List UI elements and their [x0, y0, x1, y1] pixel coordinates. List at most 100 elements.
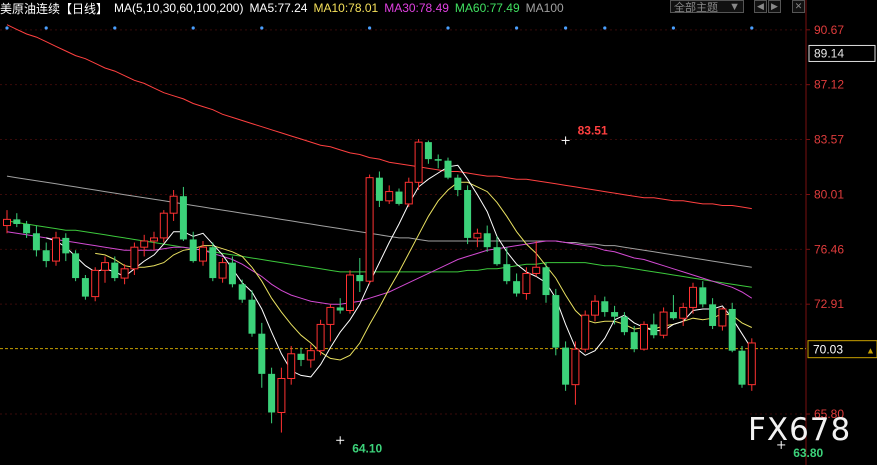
- candle-body-down: [81, 278, 89, 297]
- extreme-price-label: 83.51: [578, 123, 608, 137]
- candle-body-up: [532, 266, 541, 274]
- candle-body-up: [414, 141, 423, 183]
- event-marker: [260, 26, 264, 30]
- candle-body-up: [718, 308, 727, 327]
- candle-body-up: [130, 246, 139, 270]
- candle-body-up: [306, 350, 315, 361]
- price-tick-label: 83.57: [814, 133, 844, 147]
- event-marker: [603, 26, 607, 30]
- candle-body-down: [728, 308, 736, 351]
- candle-body-down: [738, 350, 746, 385]
- price-tick-label: 90.67: [814, 23, 844, 37]
- ma30-line: [6, 231, 753, 305]
- candle-body-down: [601, 301, 609, 313]
- candle-body-up: [679, 306, 688, 319]
- candle-body-up: [120, 268, 129, 279]
- extreme-price-label: 63.80: [793, 446, 823, 460]
- candle-body-down: [542, 267, 550, 296]
- price-arrows-icon: ▲: [866, 346, 875, 356]
- event-marker: [671, 26, 676, 30]
- candle-body-up: [277, 377, 286, 413]
- candle-body-down: [669, 312, 677, 319]
- candle-body-down: [258, 333, 266, 374]
- candle-body-down: [268, 373, 276, 413]
- candle-body-up: [218, 262, 227, 279]
- candle-body-up: [365, 177, 374, 282]
- candle-body-up: [287, 353, 296, 379]
- candle-body-up: [581, 314, 590, 350]
- event-marker: [191, 26, 195, 30]
- event-marker: [5, 26, 9, 30]
- candle-body-up: [473, 232, 482, 239]
- candle-body-up: [346, 274, 354, 312]
- candle-body-down: [189, 239, 197, 262]
- candle-body-up: [404, 181, 413, 205]
- candle-body-down: [611, 312, 619, 317]
- candle-body-up: [747, 342, 756, 386]
- candle-body-down: [209, 247, 217, 279]
- candle-body-up: [659, 311, 668, 336]
- event-marker: [750, 26, 754, 30]
- candle-body-down: [23, 224, 31, 234]
- candle-body-down: [228, 262, 236, 285]
- candle-body-up: [326, 306, 335, 325]
- candle-body-down: [32, 233, 40, 251]
- candle-body-down: [483, 233, 491, 248]
- candle-body-down: [454, 177, 462, 191]
- candle-body-up: [3, 218, 11, 227]
- event-marker: [515, 26, 519, 30]
- candle-body-down: [493, 247, 501, 265]
- candle-body-down: [650, 324, 658, 336]
- candle-body-down: [248, 299, 256, 334]
- price-tick-label: 76.46: [814, 242, 844, 256]
- candle-body-up: [571, 348, 580, 386]
- candle-body-up: [169, 195, 178, 214]
- candle-body-down: [13, 219, 21, 225]
- candle-body-down: [62, 237, 70, 254]
- extreme-price-label: 64.10: [352, 441, 382, 455]
- candle-body-down: [424, 142, 432, 160]
- candle-body-up: [522, 272, 531, 295]
- watermark-logo: FX678: [748, 412, 852, 448]
- candlestick-chart: 90.6787.1283.5780.0176.4672.9165.8089.14…: [0, 0, 877, 465]
- candle-body-down: [620, 316, 628, 333]
- candle-body-down: [238, 284, 246, 300]
- chart-window: 美原油连续【日线】 MA(5,10,30,60,100,200) MA5:77.…: [0, 0, 877, 465]
- candle-body-up: [640, 323, 648, 350]
- candle-body-down: [434, 159, 442, 161]
- candle-body-down: [42, 250, 50, 262]
- candle-body-down: [444, 160, 452, 178]
- candle-body-up: [91, 269, 100, 298]
- current-price-label: 70.03: [813, 343, 843, 357]
- event-marker: [44, 26, 48, 30]
- candle-body-down: [111, 262, 119, 279]
- candle-body-up: [591, 300, 599, 316]
- event-marker: [446, 26, 450, 30]
- candle-body-down: [552, 295, 560, 348]
- event-marker: [564, 26, 568, 30]
- candle-body-down: [699, 287, 707, 305]
- candle-body-down: [375, 177, 383, 201]
- candle-body-down: [464, 190, 472, 238]
- event-marker: [113, 26, 117, 30]
- candle-body-up: [101, 262, 109, 271]
- candle-body-up: [140, 240, 149, 248]
- candle-body-down: [356, 274, 364, 282]
- price-tick-label: 80.01: [814, 188, 844, 202]
- candle-body-up: [150, 237, 158, 242]
- candle-body-down: [562, 347, 570, 385]
- boxed-price-label: 89.14: [814, 46, 844, 60]
- candle-body-down: [179, 196, 187, 240]
- candle-body-up: [159, 212, 168, 239]
- candle-body-down: [630, 332, 638, 350]
- candle-body-down: [336, 307, 344, 311]
- candle-body-up: [385, 191, 394, 202]
- ma60-line: [6, 220, 752, 288]
- candle-body-up: [199, 246, 207, 262]
- candle-body-up: [316, 323, 325, 352]
- candle-body-up: [689, 286, 697, 308]
- candle-body-down: [72, 253, 80, 279]
- event-marker: [368, 26, 372, 30]
- candle-body-down: [709, 304, 717, 326]
- candle-body-down: [513, 281, 521, 294]
